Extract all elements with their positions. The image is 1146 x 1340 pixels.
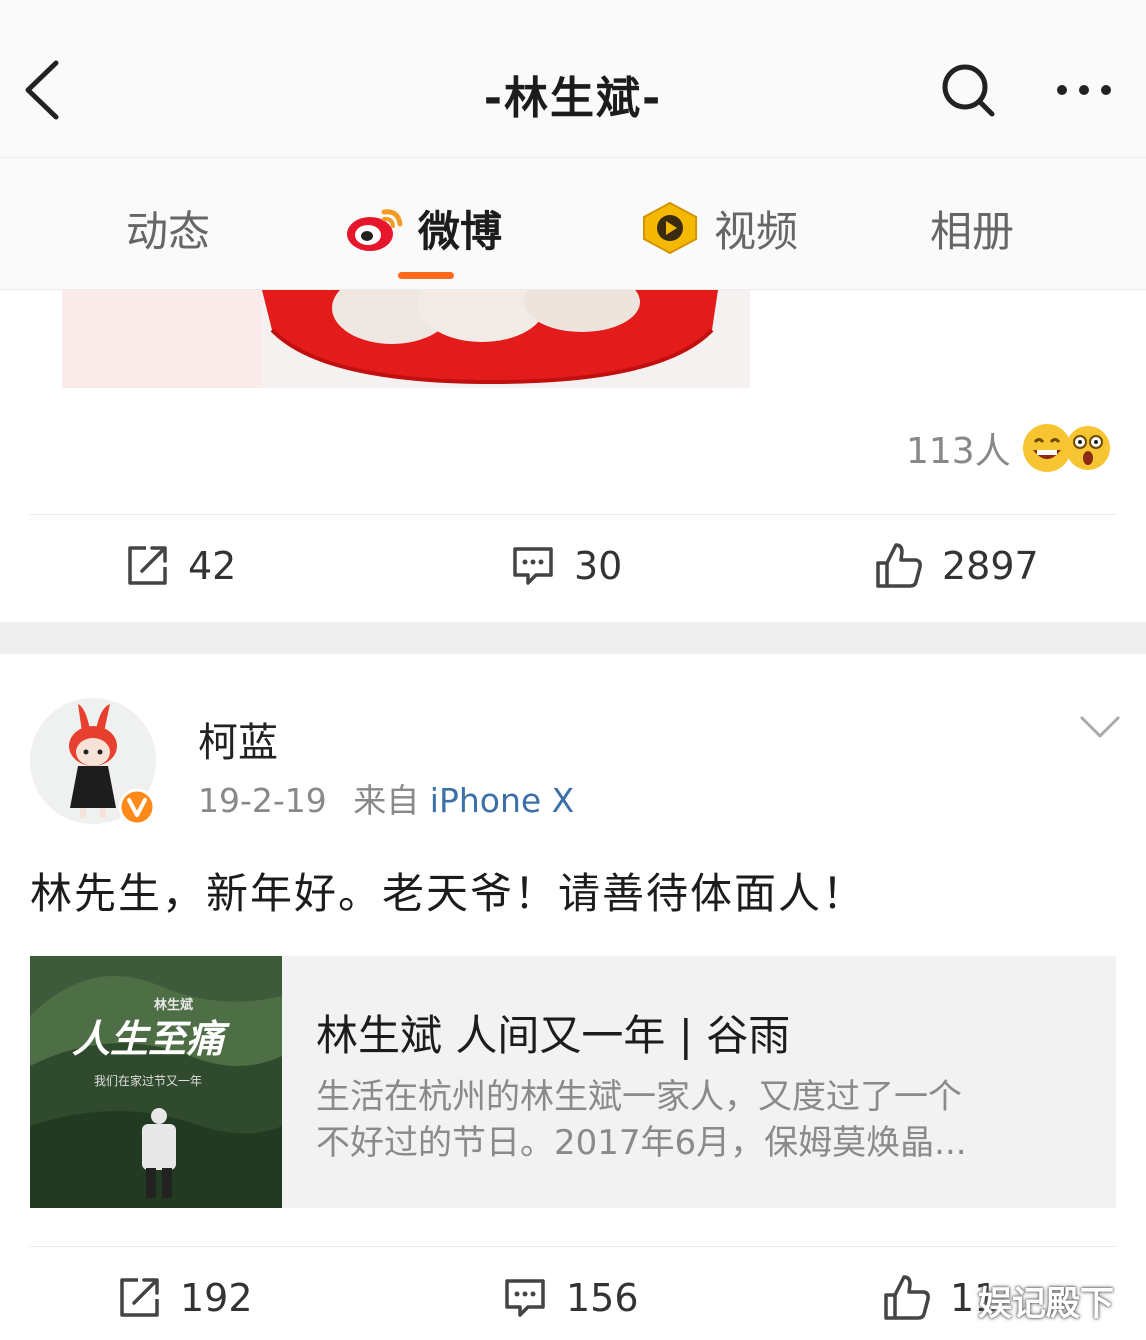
watermark: 娱记殿下 [978,1284,1114,1324]
repost-count: 42 [188,544,237,588]
like-button[interactable]: 2897 [874,526,1039,606]
tab-weibo[interactable]: 微博 [344,198,502,258]
divider [30,514,1116,515]
repost-count: 192 [180,1276,253,1320]
like-count: 2897 [942,544,1039,588]
tab-shipin[interactable]: 视频 [640,198,798,258]
tab-label: 微博 [418,206,503,256]
top-bar: -林生斌- [0,0,1146,158]
link-card-thumbnail: 林生斌 人生至痛 我们在家过节又一年 [30,956,282,1208]
search-icon[interactable] [938,60,998,120]
post-text: 林先生，新年好。老天爷！请善待体面人！ [30,869,867,918]
comment-count: 30 [574,544,623,588]
weibo-logo-icon [344,202,406,254]
profile-tabs: 动态 微博 视频 相册 [0,158,1146,290]
thumb-subtitle: 我们在家过节又一年 [94,1074,203,1088]
reactions-summary[interactable]: 113人 [906,422,1111,474]
thumb-title: 人生至痛 [72,1016,225,1061]
comment-count: 156 [566,1276,639,1320]
link-card[interactable]: 林生斌 人生至痛 我们在家过节又一年 林生斌 人间又一年 | 谷雨 生活在杭州的… [30,956,1116,1208]
share-icon [116,1275,162,1321]
tab-dongtai[interactable]: 动态 [126,198,210,258]
link-card-title: 林生斌 人间又一年 | 谷雨 [316,1011,791,1060]
tab-label: 动态 [126,206,211,256]
tab-xiangce[interactable]: 相册 [930,198,1014,258]
comment-button[interactable]: 156 [502,1258,639,1338]
post-meta: 19-2-19 来自 iPhone X [198,774,574,822]
divider [30,1246,1116,1247]
post1-action-bar: 42 30 2897 [0,526,1146,606]
share-icon [124,543,170,589]
active-tab-indicator [398,272,454,279]
tab-label: 视频 [714,206,799,256]
tab-label: 相册 [930,206,1015,256]
thumbs-up-icon [874,541,924,591]
link-card-desc-line: 不好过的节日。2017年6月，保姆莫焕晶... [316,1123,967,1163]
chevron-down-icon[interactable] [1078,712,1122,742]
comment-button[interactable]: 30 [510,526,622,606]
post-date: 19-2-19 [198,781,327,820]
source-prefix: 来自 [353,781,420,820]
post-image[interactable] [62,290,750,388]
comment-icon [502,1275,548,1321]
repost-button[interactable]: 192 [116,1258,253,1338]
post-source-link[interactable]: iPhone X [430,781,575,820]
link-card-description: 生活在杭州的林生斌一家人，又度过了一个 不好过的节日。2017年6月，保姆莫焕晶… [316,1074,1076,1166]
video-badge-icon [640,201,700,255]
verified-badge-icon [118,788,156,826]
reactions-count: 113人 [906,431,1011,472]
username[interactable]: 柯蓝 [198,710,278,768]
more-icon[interactable] [1054,75,1114,105]
post2-action-bar: 192 156 11 [0,1258,1146,1338]
link-card-desc-line: 生活在杭州的林生斌一家人，又度过了一个 [316,1077,962,1117]
shocked-emoji-icon [1065,422,1111,474]
comment-icon [510,543,556,589]
repost-button[interactable]: 42 [124,526,236,606]
thumbs-up-icon [882,1273,932,1323]
feed-separator [0,622,1146,654]
